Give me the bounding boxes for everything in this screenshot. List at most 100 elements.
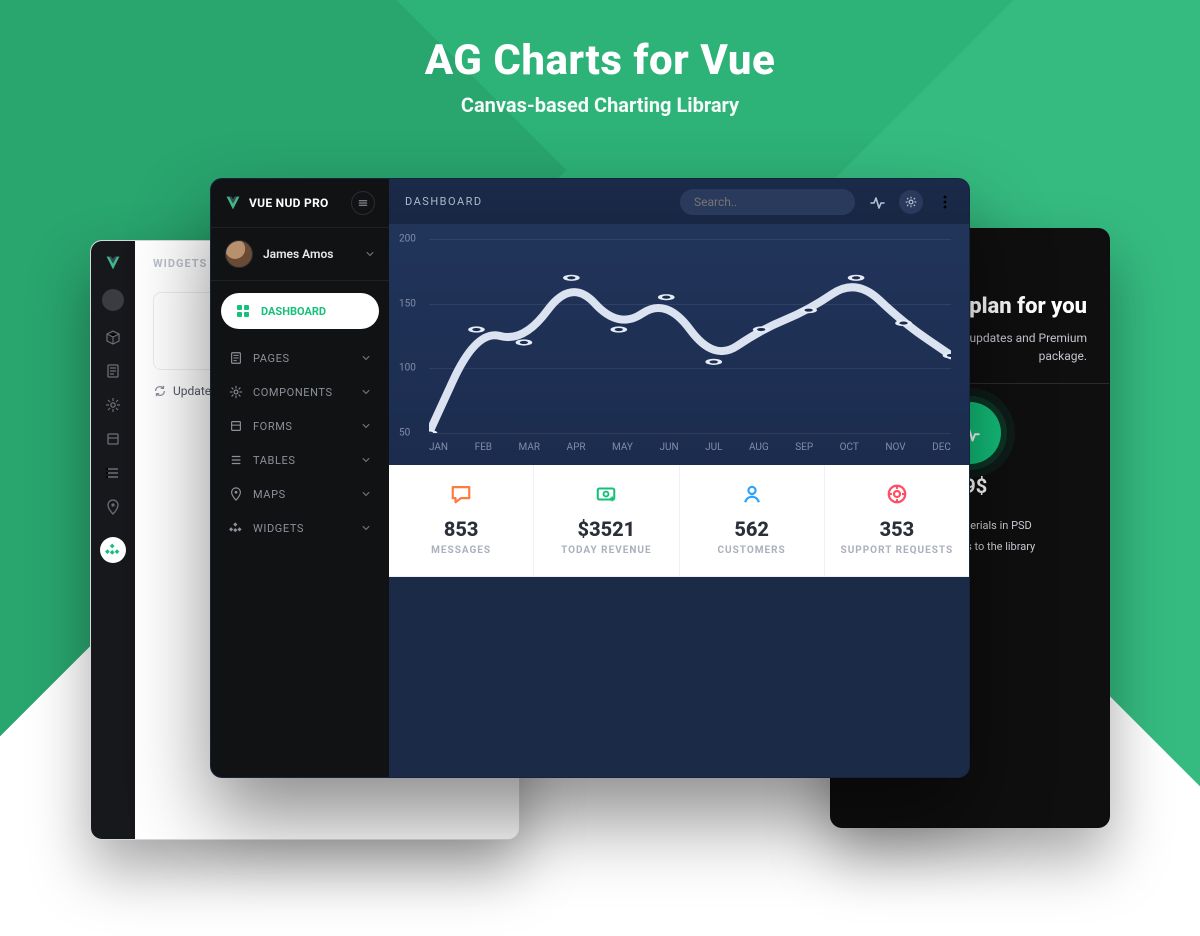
chart-point bbox=[470, 327, 483, 332]
chart-y-tick: 150 bbox=[399, 298, 416, 309]
chart-x-tick: OCT bbox=[840, 442, 859, 453]
chart-y-tick: 100 bbox=[399, 363, 416, 374]
chart-y-tick: 50 bbox=[399, 428, 410, 439]
user-name: James Amos bbox=[263, 247, 333, 261]
stats-row: 853 MESSAGES $3521 TODAY REVENUE 562 CUS… bbox=[389, 465, 969, 577]
stat-value: 353 bbox=[831, 517, 963, 541]
chart-x-tick: APR bbox=[567, 442, 586, 453]
stat-money: $3521 TODAY REVENUE bbox=[534, 465, 679, 576]
chevron-down-icon bbox=[361, 353, 371, 363]
widgets-icon bbox=[105, 542, 121, 558]
components-icon bbox=[229, 385, 243, 399]
chart-x-tick: MAY bbox=[612, 442, 633, 453]
chart-point bbox=[945, 353, 951, 358]
dashboard-main: VUE NUD PRO James Amos DASHBOARD PAGES bbox=[210, 178, 970, 778]
topbar-title: DASHBOARD bbox=[405, 195, 483, 208]
nav-forms[interactable]: FORMS bbox=[217, 409, 383, 443]
money-icon bbox=[595, 483, 617, 505]
box-icon bbox=[105, 329, 121, 345]
chevron-down-icon bbox=[361, 421, 371, 431]
nav-label: TABLES bbox=[253, 454, 295, 467]
chart-x-tick: DEC bbox=[932, 442, 951, 453]
nav-label: COMPONENTS bbox=[253, 386, 333, 399]
tables-icon bbox=[229, 453, 243, 467]
kebab-icon[interactable] bbox=[937, 194, 953, 210]
activity-icon[interactable] bbox=[869, 194, 885, 210]
vue-logo-icon bbox=[225, 195, 241, 211]
chart-x-tick: FEB bbox=[475, 442, 492, 453]
chart-point bbox=[850, 275, 863, 280]
stat-label: MESSAGES bbox=[395, 545, 527, 556]
stat-value: 562 bbox=[686, 517, 818, 541]
stat-value: 853 bbox=[395, 517, 527, 541]
page-icon bbox=[105, 363, 121, 379]
page-subtitle: Canvas-based Charting Library bbox=[0, 93, 1200, 117]
support-icon bbox=[886, 483, 908, 505]
nav-widgets[interactable]: WIDGETS bbox=[217, 511, 383, 545]
search[interactable] bbox=[680, 189, 855, 215]
topbar: DASHBOARD bbox=[389, 179, 969, 225]
chart-x-tick: JAN bbox=[429, 442, 448, 453]
sidebar-user[interactable]: James Amos bbox=[211, 228, 389, 281]
brand: VUE NUD PRO bbox=[225, 195, 329, 211]
maps-icon bbox=[105, 499, 121, 515]
chart-point bbox=[755, 327, 768, 332]
stat-label: SUPPORT REQUESTS bbox=[831, 545, 963, 556]
chart-gridline bbox=[429, 433, 951, 434]
chart-points bbox=[429, 239, 951, 433]
chevron-down-icon bbox=[361, 387, 371, 397]
chart-x-tick: AUG bbox=[749, 442, 769, 453]
refresh-icon bbox=[153, 384, 167, 398]
stat-support: 353 SUPPORT REQUESTS bbox=[825, 465, 969, 576]
chevron-down-icon bbox=[361, 489, 371, 499]
active-rail-item[interactable] bbox=[100, 537, 126, 563]
components-icon bbox=[105, 397, 121, 413]
avatar bbox=[102, 289, 124, 311]
pages-icon bbox=[229, 351, 243, 365]
vue-logo-icon bbox=[105, 255, 121, 271]
forms-icon bbox=[229, 419, 243, 433]
maps-icon bbox=[229, 487, 243, 501]
nav-active-dashboard[interactable]: DASHBOARD bbox=[221, 293, 379, 329]
chart-x-tick: SEP bbox=[795, 442, 813, 453]
settings-button[interactable] bbox=[899, 190, 923, 214]
user-icon bbox=[741, 483, 763, 505]
nav-pages[interactable]: PAGES bbox=[217, 341, 383, 375]
chart-point bbox=[518, 340, 531, 345]
chart-point bbox=[613, 327, 626, 332]
sidebar: VUE NUD PRO James Amos DASHBOARD PAGES bbox=[211, 179, 389, 777]
main-area: DASHBOARD JANFEBMARAPRMAYJUNJULAUGSEPOCT… bbox=[389, 179, 969, 777]
chart-point bbox=[565, 275, 578, 280]
sidebar-toggle[interactable] bbox=[351, 191, 375, 215]
chat-icon bbox=[450, 483, 472, 505]
stat-label: CUSTOMERS bbox=[686, 545, 818, 556]
dashboard-icon bbox=[235, 303, 251, 319]
chevron-down-icon bbox=[365, 249, 375, 259]
chart-x-axis: JANFEBMARAPRMAYJUNJULAUGSEPOCTNOVDEC bbox=[429, 442, 951, 453]
nav-label: WIDGETS bbox=[253, 522, 304, 535]
nav-label: MAPS bbox=[253, 488, 286, 501]
nav-label: PAGES bbox=[253, 352, 290, 365]
chart-point bbox=[660, 295, 673, 300]
nav-label: FORMS bbox=[253, 420, 293, 433]
page-title: AG Charts for Vue bbox=[0, 36, 1200, 85]
search-input[interactable] bbox=[694, 195, 850, 209]
stat-label: TODAY REVENUE bbox=[540, 545, 672, 556]
chart-point bbox=[429, 431, 435, 433]
chevron-down-icon bbox=[361, 523, 371, 533]
chart-x-tick: MAR bbox=[519, 442, 541, 453]
chart-x-tick: JUN bbox=[659, 442, 678, 453]
nav-tables[interactable]: TABLES bbox=[217, 443, 383, 477]
chart-point bbox=[897, 321, 910, 326]
avatar bbox=[225, 240, 253, 268]
chart-x-tick: NOV bbox=[885, 442, 905, 453]
tables-icon bbox=[105, 465, 121, 481]
stat-chat: 853 MESSAGES bbox=[389, 465, 534, 576]
chart-y-tick: 200 bbox=[399, 234, 416, 245]
forms-icon bbox=[105, 431, 121, 447]
nav-components[interactable]: COMPONENTS bbox=[217, 375, 383, 409]
chart-point bbox=[802, 308, 815, 313]
stat-value: $3521 bbox=[540, 517, 672, 541]
nav-maps[interactable]: MAPS bbox=[217, 477, 383, 511]
menu-icon bbox=[357, 197, 369, 209]
